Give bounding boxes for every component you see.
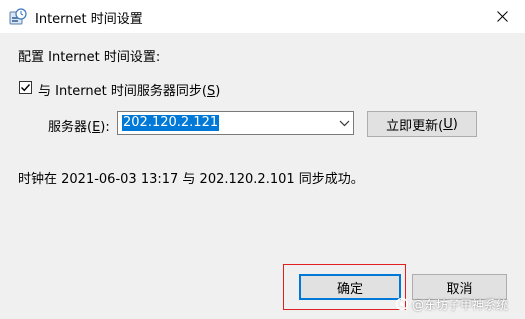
sync-label-accel: S — [206, 84, 216, 99]
update-button-text: 立即更新( — [386, 118, 444, 134]
sync-checkbox-label[interactable]: 与 Internet 时间服务器同步(S) — [38, 80, 220, 99]
close-button[interactable] — [479, 0, 525, 33]
server-value[interactable]: 202.120.2.121 — [122, 115, 220, 131]
sync-label-text: 与 Internet 时间服务器同步( — [38, 84, 207, 99]
chevron-down-icon[interactable] — [339, 119, 350, 127]
sync-label-end: ) — [215, 84, 221, 99]
watermark-text: @东坊子甲神系统 — [412, 297, 509, 312]
checkmark-icon — [21, 84, 31, 92]
update-button-accel: U — [443, 116, 453, 132]
section-label: 配置 Internet 时间设置: — [18, 50, 161, 65]
highlight-box — [283, 264, 406, 310]
server-label-end: ): — [100, 120, 110, 135]
window-title: Internet 时间设置 — [35, 12, 143, 27]
sync-checkbox[interactable] — [19, 81, 32, 94]
sync-status-text: 时钟在 2021-06-03 13:17 与 202.120.2.101 同步成… — [18, 172, 364, 187]
server-label: 服务器(E): — [48, 116, 110, 135]
update-button-end: ) — [452, 116, 458, 132]
title-bar: Internet 时间设置 — [0, 0, 525, 34]
watermark: @东坊子甲神系统 — [395, 294, 523, 314]
server-label-text: 服务器( — [48, 120, 93, 135]
update-now-button[interactable]: 立即更新(U) — [367, 111, 477, 137]
clock-globe-icon — [9, 8, 27, 26]
watermark-logo-icon — [395, 297, 409, 311]
server-combobox[interactable]: 202.120.2.121 — [117, 111, 354, 135]
close-icon — [496, 11, 508, 22]
